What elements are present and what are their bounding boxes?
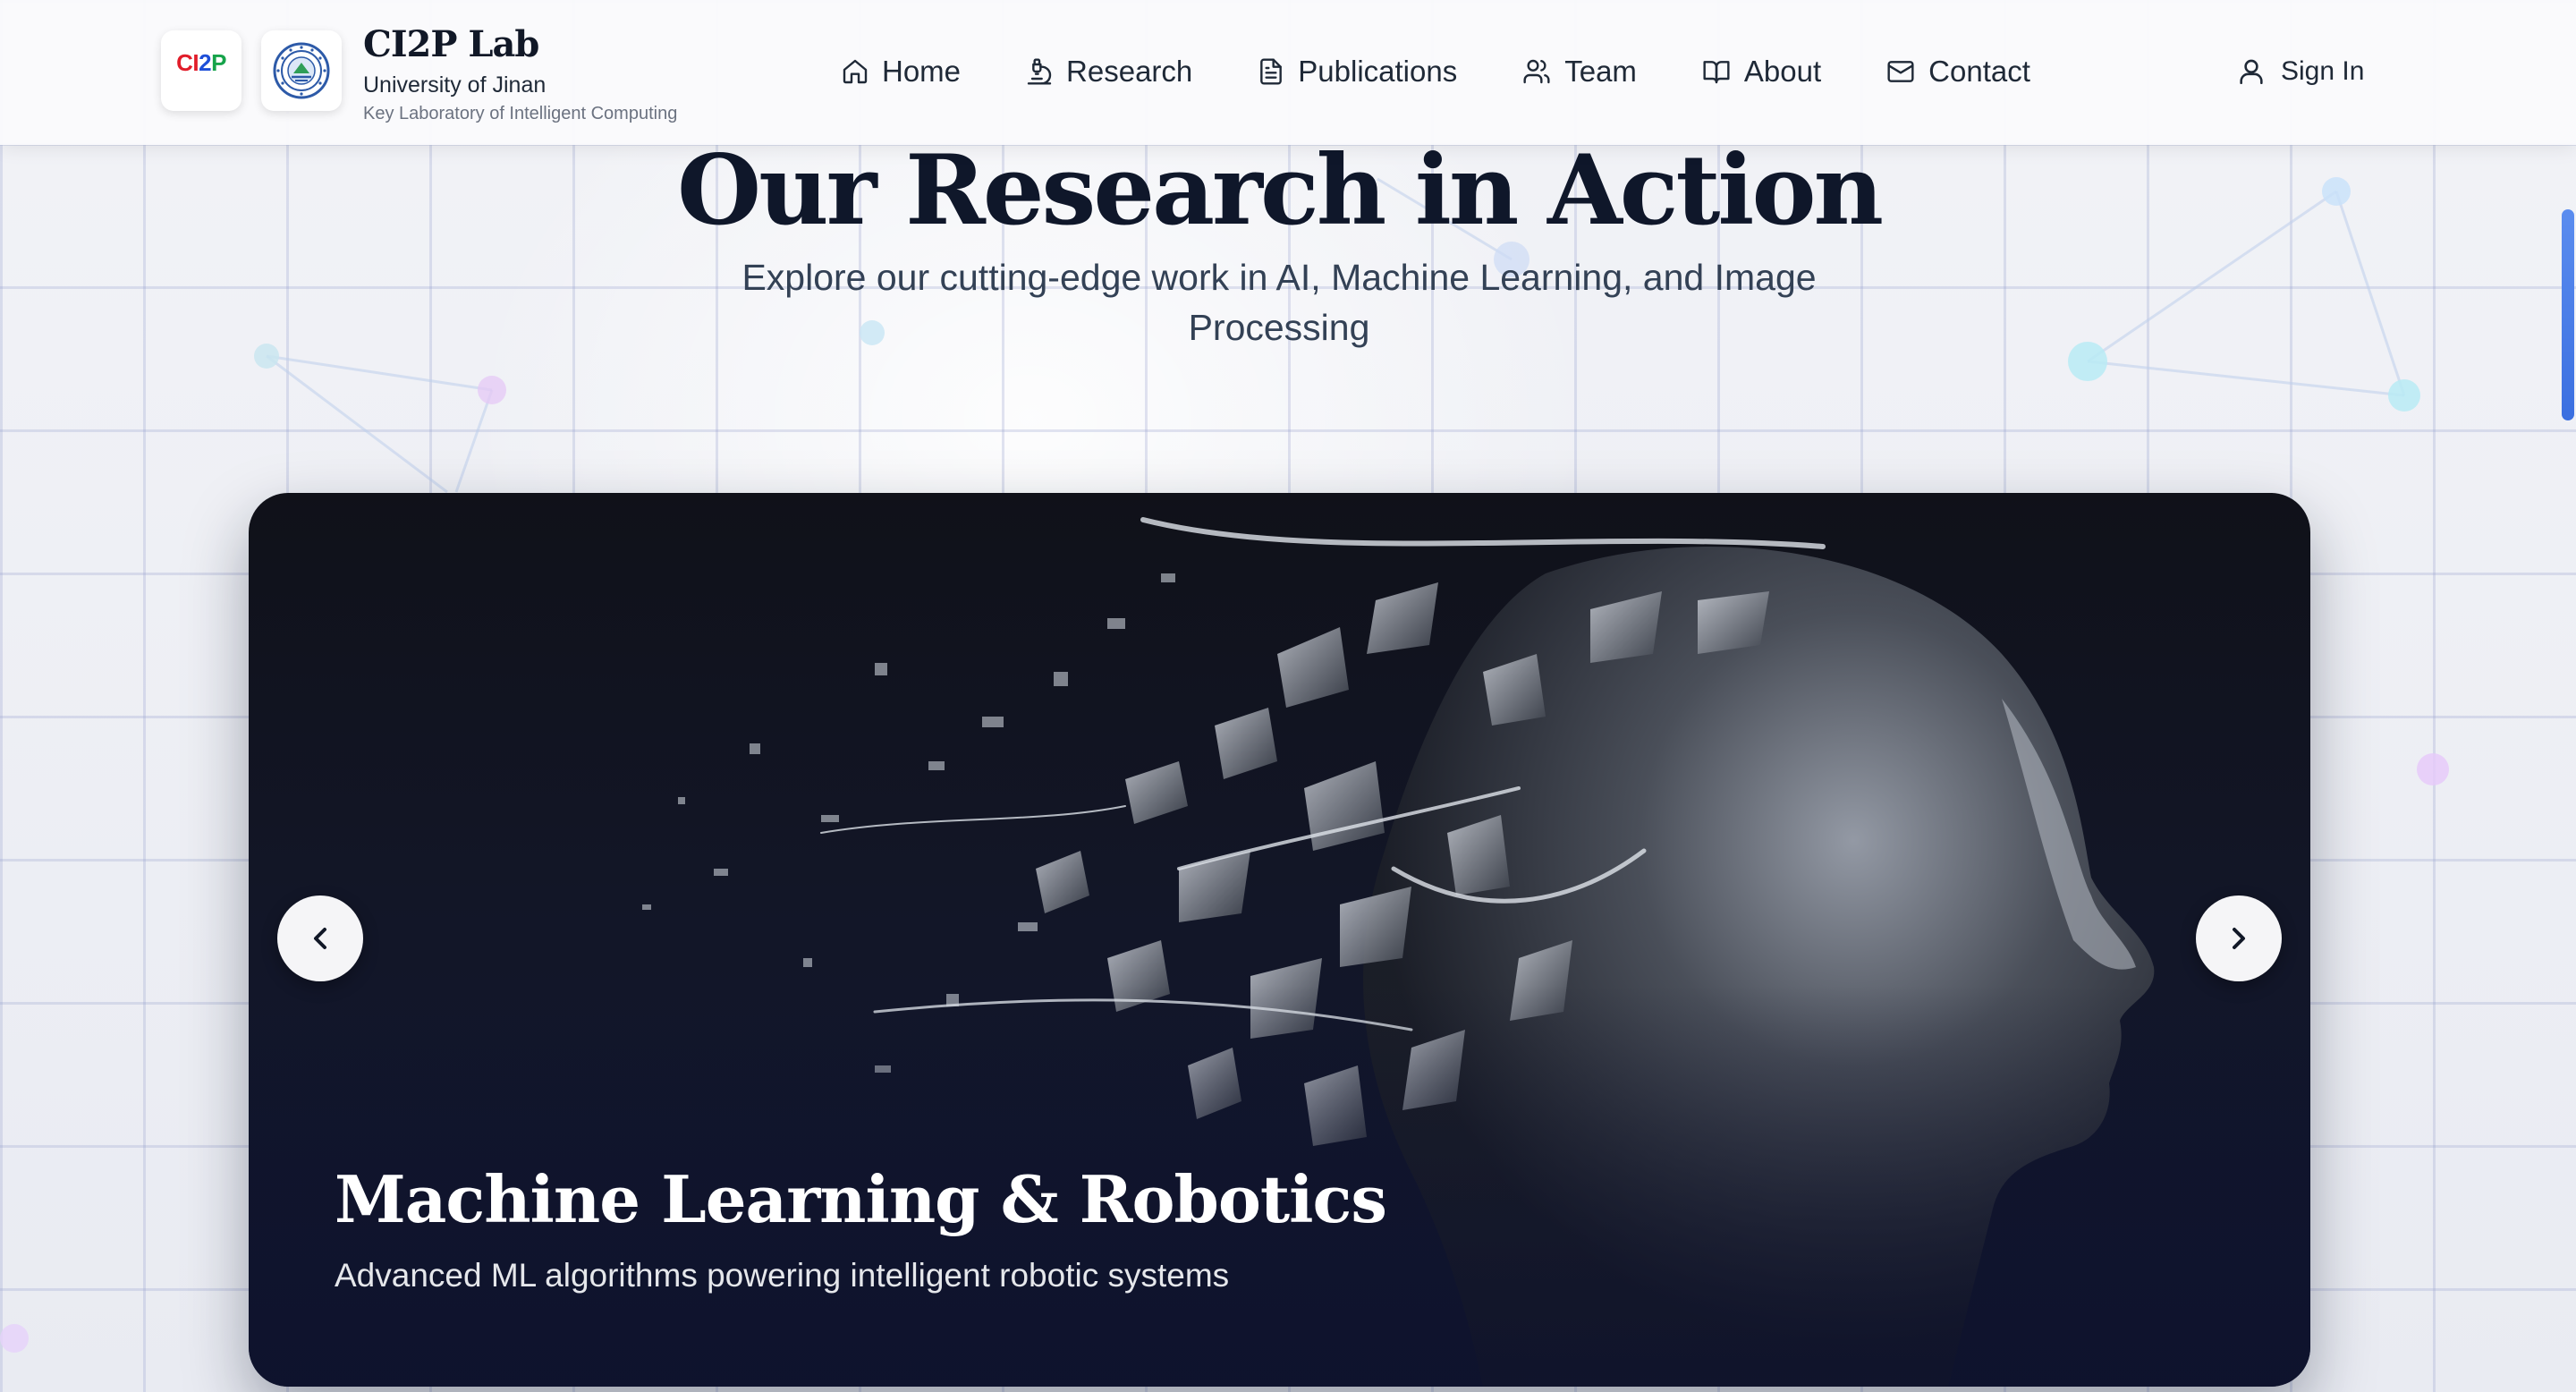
user-icon bbox=[2240, 59, 2263, 85]
main-nav: Home Research Publications Team About Co… bbox=[841, 47, 2095, 97]
section-title: Our Research in Action bbox=[676, 134, 1884, 247]
carousel-next-button[interactable] bbox=[2196, 895, 2282, 981]
nav-research[interactable]: Research bbox=[1025, 55, 1192, 89]
ci2p-logo[interactable]: CI2P bbox=[161, 30, 242, 111]
chevron-right-icon bbox=[2233, 928, 2245, 949]
nav-research-label: Research bbox=[1066, 55, 1193, 88]
nav-publications[interactable]: Publications bbox=[1257, 55, 1457, 89]
nav-home[interactable]: Home bbox=[841, 55, 961, 89]
home-icon bbox=[843, 59, 868, 84]
brand-title: CI2P Lab bbox=[363, 23, 539, 65]
section-subtitle: Explore our cutting-edge work in AI, Mac… bbox=[741, 257, 1817, 348]
nav-team-label: Team bbox=[1564, 55, 1637, 88]
mail-icon bbox=[1887, 61, 1914, 82]
sign-in-button[interactable]: Sign In bbox=[2236, 47, 2364, 97]
university-seal-logo[interactable] bbox=[261, 30, 342, 111]
brand-subtitle: University of Jinan bbox=[363, 72, 547, 98]
brand-block[interactable]: CI2P Lab University of Jinan Key Laborat… bbox=[363, 20, 677, 127]
slide-title: Machine Learning & Robotics bbox=[335, 1161, 1387, 1237]
site-header: CI2P CI2P Lab University of Jinan Key La… bbox=[0, 0, 2576, 145]
nav-contact-label: Contact bbox=[1928, 55, 2030, 88]
research-carousel[interactable]: Machine Learning & Robotics Advanced ML … bbox=[249, 493, 2310, 1387]
carousel-prev-button[interactable] bbox=[277, 895, 363, 981]
nav-home-label: Home bbox=[882, 55, 962, 88]
chevron-left-icon bbox=[314, 928, 326, 949]
nav-publications-label: Publications bbox=[1298, 55, 1458, 88]
microscope-icon bbox=[1027, 58, 1052, 85]
scrollbar-thumb[interactable] bbox=[2562, 209, 2574, 420]
document-icon bbox=[1260, 58, 1283, 85]
nav-contact[interactable]: Contact bbox=[1885, 55, 2030, 89]
university-seal-icon bbox=[273, 42, 330, 99]
slide-description: Advanced ML algorithms powering intellig… bbox=[335, 1257, 1230, 1294]
nav-about-label: About bbox=[1743, 55, 1822, 88]
sign-in-label: Sign In bbox=[2281, 56, 2365, 86]
nav-team[interactable]: Team bbox=[1521, 55, 1637, 89]
slide-caption: Machine Learning & Robotics Advanced ML … bbox=[335, 1155, 1855, 1298]
nav-about[interactable]: About bbox=[1701, 55, 1821, 89]
users-icon bbox=[1523, 59, 1550, 84]
book-icon bbox=[1703, 61, 1730, 84]
page-scrollbar[interactable] bbox=[2560, 145, 2576, 1392]
ci2p-logo-text: CI2P bbox=[176, 48, 226, 76]
brand-tagline: Key Laboratory of Intelligent Computing bbox=[363, 104, 678, 123]
